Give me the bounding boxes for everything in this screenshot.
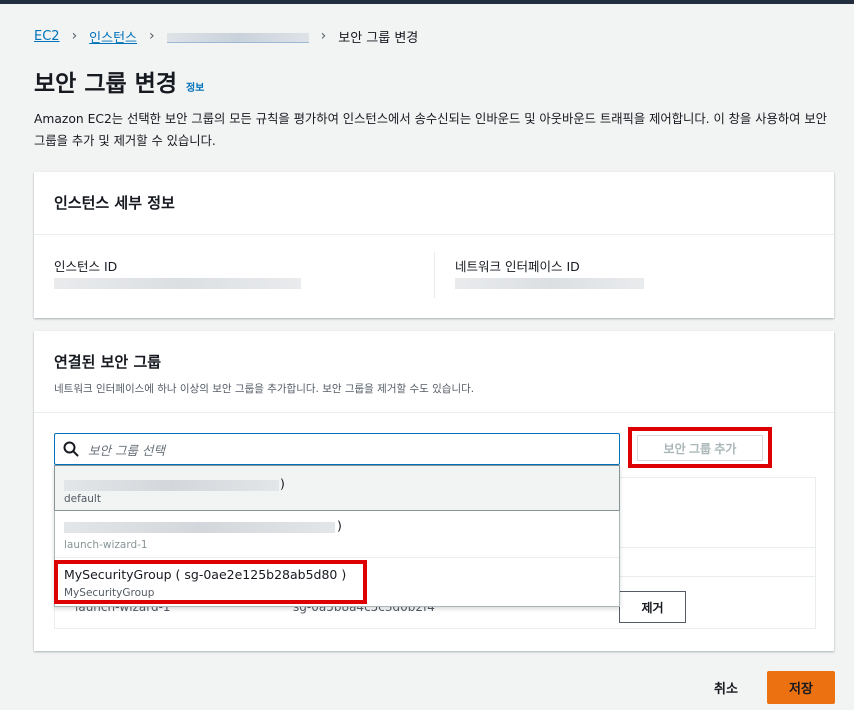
breadcrumb-instances[interactable]: 인스턴스 xyxy=(89,27,137,46)
cancel-button[interactable]: 취소 xyxy=(700,672,752,702)
instance-id-label: 인스턴스 ID xyxy=(54,259,118,274)
instance-details-title: 인스턴스 세부 정보 xyxy=(54,194,175,212)
info-link[interactable]: 정보 xyxy=(186,79,204,94)
breadcrumb-instance-id-redacted[interactable] xyxy=(166,33,309,43)
dropdown-option-launch-wizard[interactable]: ) launch-wizard-1 xyxy=(55,511,619,558)
page-description: Amazon EC2는 선택한 보안 그룹의 모든 규칙을 평가하여 인스턴스에… xyxy=(34,112,827,148)
option-description: default xyxy=(64,493,101,505)
selection-highlight xyxy=(54,560,367,604)
breadcrumb-ec2[interactable]: EC2 xyxy=(34,29,60,44)
add-button-highlight: 보안 그룹 추가 xyxy=(628,427,772,468)
security-groups-title: 연결된 보안 그룹 xyxy=(54,353,162,371)
dropdown-option-default[interactable]: ) default xyxy=(54,465,620,511)
search-icon xyxy=(63,441,79,457)
column-divider xyxy=(434,252,435,298)
option-text-redacted xyxy=(64,480,279,491)
add-security-group-button[interactable]: 보안 그룹 추가 xyxy=(637,435,763,461)
option-paren: ) xyxy=(337,518,342,533)
instance-details-header: 인스턴스 세부 정보 xyxy=(34,172,834,235)
chevron-right-icon: › xyxy=(149,28,155,44)
security-group-search-input[interactable]: 보안 그룹 선택 xyxy=(54,433,620,465)
network-interface-id-value-redacted xyxy=(455,278,644,289)
option-paren: ) xyxy=(280,476,285,491)
breadcrumb-current: 보안 그룹 변경 xyxy=(338,30,419,46)
chevron-right-icon: › xyxy=(71,28,78,44)
instance-id-value-redacted xyxy=(54,278,301,289)
option-text-redacted xyxy=(64,522,335,533)
page-header: 보안 그룹 변경 정보 xyxy=(34,64,204,98)
breadcrumb: EC2 › 인스턴스 › › 보안 그룹 변경 xyxy=(34,27,419,46)
instance-details-panel: 인스턴스 세부 정보 인스턴스 ID 네트워크 인터페이스 ID xyxy=(34,172,834,318)
security-groups-subtitle: 네트워크 인터페이스에 하나 이상의 보안 그룹을 추가합니다. 보안 그룹을 … xyxy=(54,383,475,395)
security-groups-header: 연결된 보안 그룹 네트워크 인터페이스에 하나 이상의 보안 그룹을 추가합니… xyxy=(34,331,834,413)
network-interface-id-label: 네트워크 인터페이스 ID xyxy=(455,259,580,274)
save-button[interactable]: 저장 xyxy=(767,671,835,704)
top-bar xyxy=(0,0,854,4)
search-placeholder: 보안 그룹 선택 xyxy=(88,442,165,458)
chevron-right-icon: › xyxy=(320,28,327,44)
remove-button[interactable]: 제거 xyxy=(619,591,686,623)
page-title: 보안 그룹 변경 xyxy=(34,71,177,97)
option-description: launch-wizard-1 xyxy=(64,539,148,551)
